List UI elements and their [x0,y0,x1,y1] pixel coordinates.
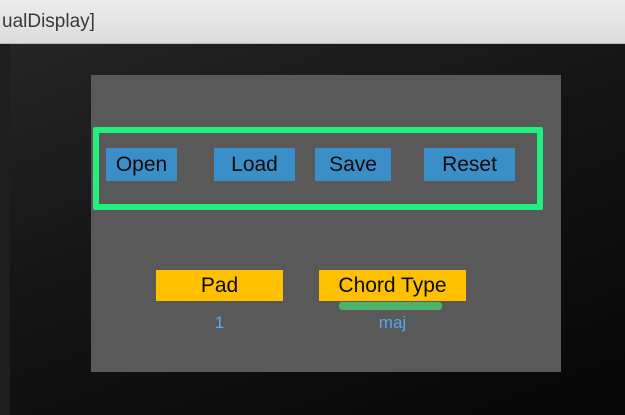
open-button[interactable]: Open [106,148,177,181]
save-button[interactable]: Save [315,148,391,181]
window-title: ualDisplay] [2,11,95,32]
pad-label: Pad [156,270,283,301]
chord-type-indicator [339,302,442,310]
reset-button[interactable]: Reset [424,148,515,181]
chord-type-value[interactable]: maj [319,313,466,333]
window-titlebar[interactable]: ualDisplay] [0,0,625,44]
pad-value[interactable]: 1 [156,313,283,333]
load-button[interactable]: Load [214,148,295,181]
chord-type-label[interactable]: Chord Type [319,270,466,301]
left-edge-strip [0,44,10,415]
